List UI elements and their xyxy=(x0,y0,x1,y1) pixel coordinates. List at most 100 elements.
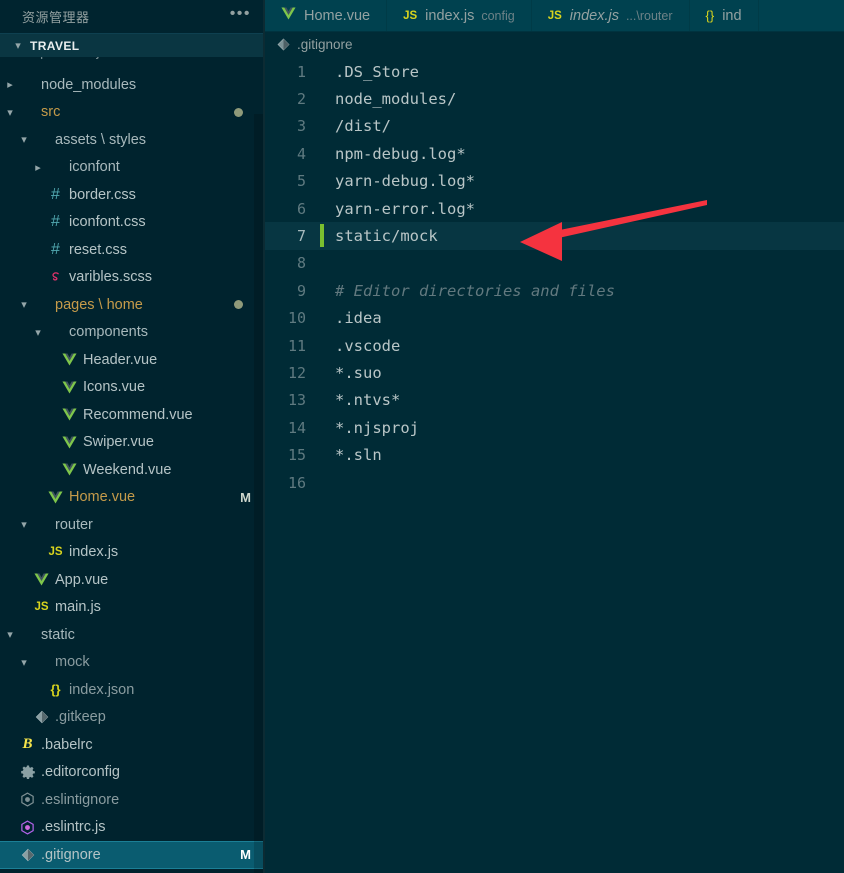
tree-row-swiper.vue[interactable]: Swiper.vue xyxy=(0,429,265,457)
line-number: 14 xyxy=(287,418,306,437)
tree-row-home.vue[interactable]: Home.vue M xyxy=(0,484,265,512)
chevron-down-icon: ▾ xyxy=(21,519,27,532)
code-line[interactable]: 6 yarn-error.log* xyxy=(265,195,844,222)
code-text: *.ntvs* xyxy=(335,391,401,410)
code-editor[interactable]: 1 .DS_Store 2 node_modules/3/dist/4 npm-debu… xyxy=(265,56,844,873)
tree-row-.babelrc[interactable]: B .babelrc xyxy=(0,731,265,759)
eslint-ignore-icon xyxy=(18,792,37,807)
vue-icon xyxy=(60,408,79,421)
code-line[interactable]: 9 # Editor directories and files xyxy=(265,277,844,304)
line-number: 2 xyxy=(296,90,306,109)
tree-row-src[interactable]: ▾ src xyxy=(0,99,265,127)
folder-modified-dot xyxy=(234,107,243,117)
code-line[interactable]: 8 xyxy=(265,250,844,277)
line-number: 7 xyxy=(296,227,306,246)
tab-label: ind xyxy=(722,7,742,24)
editor-tab-0[interactable]: Home.vue xyxy=(265,0,388,31)
tree-row-label: Icons.vue xyxy=(83,379,146,396)
editor-tab-1[interactable]: JS index.js config xyxy=(387,0,532,31)
vue-icon xyxy=(60,463,79,476)
code-line[interactable]: 4 npm-debug.log* xyxy=(265,140,844,167)
tree-row-label: node_modules xyxy=(41,76,137,93)
line-number: 6 xyxy=(296,199,306,218)
tree-row-router[interactable]: ▾ router xyxy=(0,511,265,539)
line-number: 1 xyxy=(296,62,306,81)
tree-row-mock[interactable]: ▾ mock xyxy=(0,649,265,677)
tree-row-varibles.scss[interactable]: varibles.scss xyxy=(0,264,265,292)
editor-tab-3[interactable]: {} ind xyxy=(690,0,759,31)
tree-row-components[interactable]: ▾ components xyxy=(0,319,265,347)
tree-row-label: mock xyxy=(55,654,90,671)
json-icon: {} xyxy=(50,682,61,698)
code-line[interactable]: 11 .vscode xyxy=(265,332,844,359)
tree-row-header.vue[interactable]: Header.vue xyxy=(0,346,265,374)
tab-label: index.js xyxy=(569,7,619,24)
code-line[interactable]: 14 *.njsproj xyxy=(265,414,844,441)
code-line[interactable]: 7 static/mock xyxy=(265,222,844,250)
tree-row-border.css[interactable]: # border.css xyxy=(0,181,265,209)
more-actions-icon[interactable]: ••• xyxy=(230,5,251,24)
chevron-right-icon: ▸ xyxy=(35,161,41,174)
tree-row-.gitkeep[interactable]: .gitkeep xyxy=(0,704,265,732)
tree-row-recommend.vue[interactable]: Recommend.vue xyxy=(0,401,265,429)
code-line[interactable]: 2 node_modules/ xyxy=(265,85,844,112)
chevron-down-icon: ▾ xyxy=(7,106,13,119)
tree-row-.editorconfig[interactable]: .editorconfig xyxy=(0,759,265,787)
tree-row-clipped[interactable]: problem.js xyxy=(0,57,265,71)
vue-icon xyxy=(60,353,79,366)
chevron-down-icon: ▾ xyxy=(15,40,21,52)
tree-row-weekend.vue[interactable]: Weekend.vue xyxy=(0,456,265,484)
css-icon: # xyxy=(51,240,60,258)
vscode-window: 资源管理器 ••• ▾ TRAVEL problem.js ▸ node_modul… xyxy=(0,0,844,873)
code-text: npm-debug.log* xyxy=(335,144,466,163)
tree-row-label: Header.vue xyxy=(83,351,158,368)
tree-row-icons.vue[interactable]: Icons.vue xyxy=(0,374,265,402)
tree-row-reset.css[interactable]: # reset.css xyxy=(0,236,265,264)
code-line[interactable]: 12 *.suo xyxy=(265,359,844,386)
js-icon: JS xyxy=(403,9,418,22)
git-status-badge: M xyxy=(240,489,251,505)
code-text: .vscode xyxy=(335,336,401,355)
line-number: 13 xyxy=(287,391,306,410)
code-line[interactable]: 16 xyxy=(265,469,844,496)
tab-label: Home.vue xyxy=(304,7,371,24)
code-line[interactable]: 10 .idea xyxy=(265,305,844,332)
tree-row-iconfont.css[interactable]: # iconfont.css xyxy=(0,209,265,237)
tree-row-main.js[interactable]: JS main.js xyxy=(0,594,265,622)
tree-row-iconfont[interactable]: ▸ iconfont xyxy=(0,154,265,182)
tree-row-index.json[interactable]: {} index.json xyxy=(0,676,265,704)
tree-row-label: index.js xyxy=(69,544,119,561)
explorer-header: 资源管理器 ••• xyxy=(0,0,265,33)
tree-row-.gitignore[interactable]: .gitignore M xyxy=(0,841,265,869)
code-line[interactable]: 13 *.ntvs* xyxy=(265,387,844,414)
tree-row-.eslintignore[interactable]: .eslintignore xyxy=(0,786,265,814)
line-number: 5 xyxy=(296,172,306,191)
code-line[interactable]: 1 .DS_Store xyxy=(265,58,844,85)
breadcrumb[interactable]: .gitignore xyxy=(265,32,844,56)
chevron-down-icon: ▾ xyxy=(7,629,13,642)
git-status-badge: M xyxy=(240,847,251,863)
tree-row-label: Recommend.vue xyxy=(83,406,193,423)
tree-row-label: .gitkeep xyxy=(55,709,106,726)
tree-row-node_modules[interactable]: ▸ node_modules xyxy=(0,71,265,99)
tree-row-app.vue[interactable]: App.vue xyxy=(0,566,265,594)
tree-row-static[interactable]: ▾ static xyxy=(0,621,265,649)
project-folder-header[interactable]: ▾ TRAVEL xyxy=(0,33,265,57)
tree-row-assets-styles[interactable]: ▾ assets \ styles xyxy=(0,126,265,154)
editor-area: Home.vue JS index.js config JS index.js ...\ro… xyxy=(265,0,844,873)
line-number: 11 xyxy=(287,336,306,355)
code-line[interactable]: 15 *.sln xyxy=(265,441,844,468)
editor-tab-2[interactable]: JS index.js ...\router xyxy=(532,0,690,31)
vue-icon xyxy=(46,491,65,504)
line-number: 4 xyxy=(296,144,306,163)
code-text: yarn-debug.log* xyxy=(335,172,475,191)
line-number: 8 xyxy=(296,254,306,273)
tree-row-.eslintrc.js[interactable]: .eslintrc.js xyxy=(0,814,265,842)
json-icon: {} xyxy=(705,8,715,23)
code-line[interactable]: 3/dist/ xyxy=(265,113,844,140)
tree-row-label: varibles.scss xyxy=(69,269,152,286)
tree-row-pages-home[interactable]: ▾ pages \ home xyxy=(0,291,265,319)
code-line[interactable]: 5 yarn-debug.log* xyxy=(265,168,844,195)
file-tree: problem.js ▸ node_modules ▾ src ▾ assets \ sty… xyxy=(0,57,265,869)
tree-row-index.js[interactable]: JS index.js xyxy=(0,539,265,567)
